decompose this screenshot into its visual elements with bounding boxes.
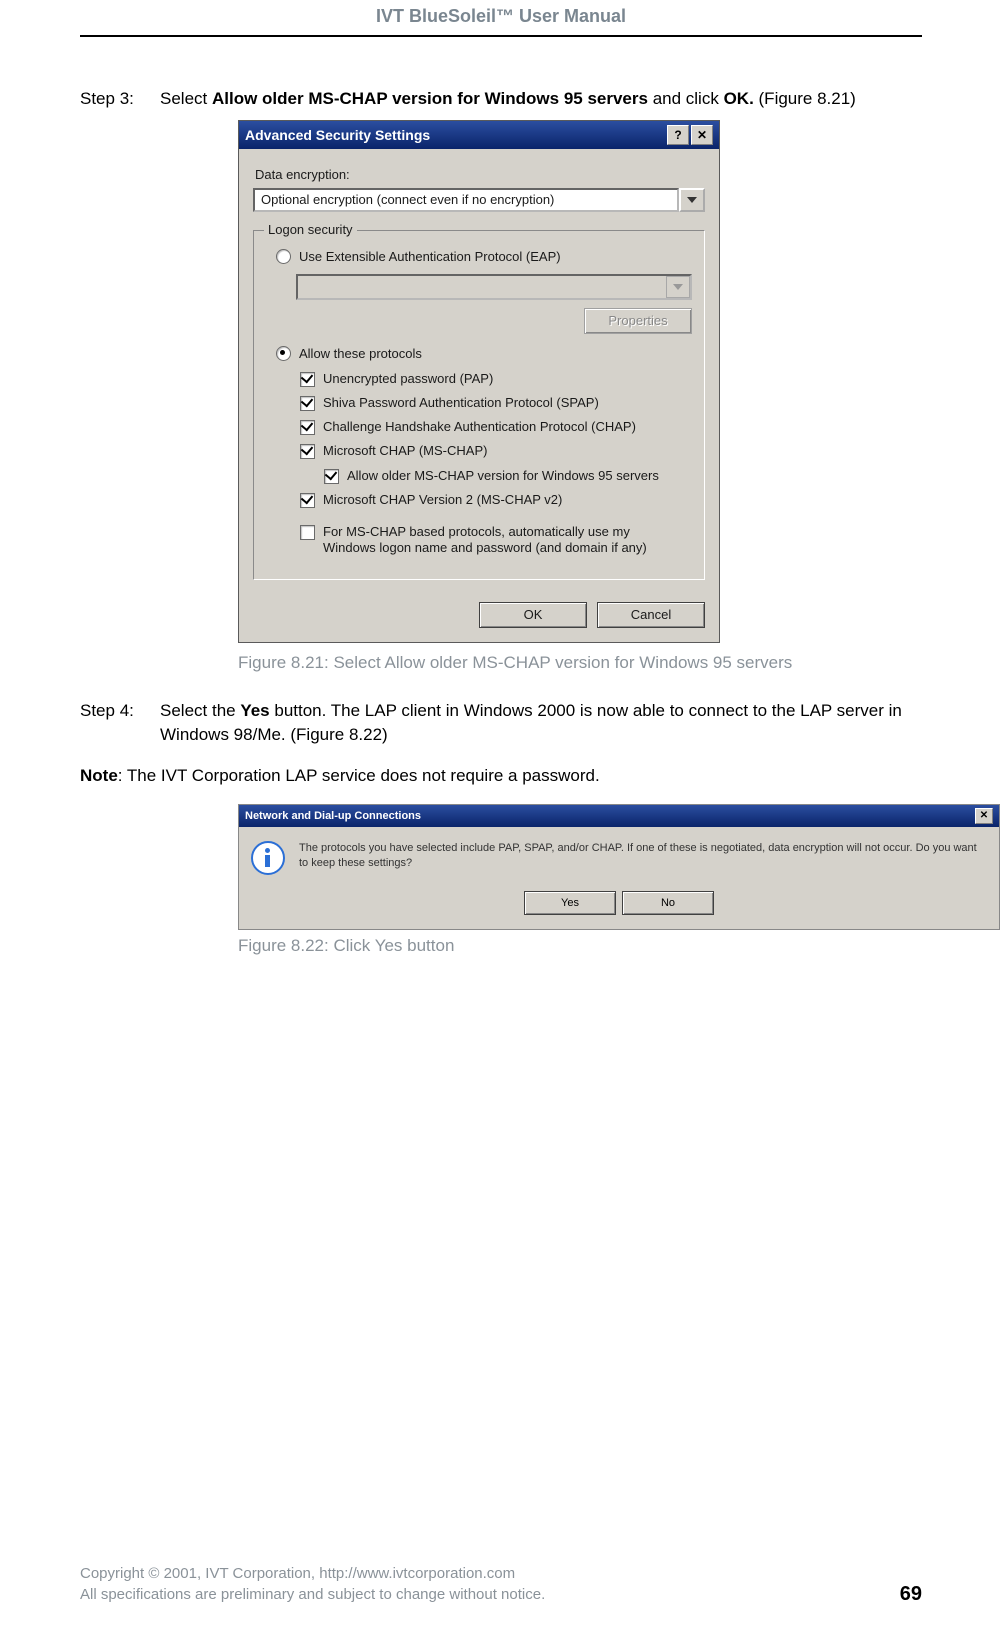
header-rule	[80, 35, 922, 37]
note-label: Note	[80, 766, 118, 785]
note-text: : The IVT Corporation LAP service does n…	[118, 766, 600, 785]
checkbox-chap[interactable]: Challenge Handshake Authentication Proto…	[300, 419, 692, 435]
step3-bold1: Allow older MS-CHAP version for Windows …	[212, 89, 648, 108]
checkbox-mschap-input[interactable]	[300, 444, 315, 459]
logon-security-fieldset: Logon security Use Extensible Authentica…	[253, 230, 705, 580]
checkbox-autologon-input[interactable]	[300, 525, 315, 540]
checkbox-spap-input[interactable]	[300, 396, 315, 411]
checkbox-chap-input[interactable]	[300, 420, 315, 435]
dialog-advanced-security-settings: Advanced Security Settings ? ✕ Data encr…	[238, 120, 720, 643]
step3: Step 3: Select Allow older MS-CHAP versi…	[80, 87, 922, 112]
step4: Step 4: Select the Yes button. The LAP c…	[80, 699, 922, 748]
data-encryption-label: Data encryption:	[255, 167, 705, 182]
info-icon	[251, 841, 285, 875]
close-icon[interactable]: ✕	[975, 808, 993, 824]
step3-pre: Select	[160, 89, 212, 108]
cancel-button[interactable]: Cancel	[597, 602, 705, 628]
no-button[interactable]: No	[622, 891, 714, 915]
checkbox-mschap-older[interactable]: Allow older MS-CHAP version for Windows …	[324, 468, 692, 484]
dialog-title: Advanced Security Settings	[245, 127, 430, 143]
radio-allow-protocols[interactable]: Allow these protocols	[276, 346, 692, 361]
chevron-down-icon	[666, 276, 690, 298]
radio-allow-input[interactable]	[276, 346, 291, 361]
step3-body: Select Allow older MS-CHAP version for W…	[160, 87, 922, 112]
checkbox-pap[interactable]: Unencrypted password (PAP)	[300, 371, 692, 387]
checkbox-chap-label: Challenge Handshake Authentication Proto…	[323, 419, 636, 435]
radio-eap-label: Use Extensible Authentication Protocol (…	[299, 249, 561, 264]
note: Note: The IVT Corporation LAP service do…	[80, 766, 922, 786]
step3-mid: and click	[648, 89, 724, 108]
step3-label: Step 3:	[80, 87, 160, 112]
data-encryption-combobox[interactable]: Optional encryption (connect even if no …	[253, 188, 705, 212]
checkbox-spap[interactable]: Shiva Password Authentication Protocol (…	[300, 395, 692, 411]
footer-copyright: Copyright © 2001, IVT Corporation, http:…	[80, 1563, 545, 1585]
radio-eap-input[interactable]	[276, 249, 291, 264]
dialog822-title: Network and Dial-up Connections	[245, 810, 421, 822]
radio-allow-label: Allow these protocols	[299, 346, 422, 361]
chevron-down-icon[interactable]	[679, 188, 705, 212]
ok-button[interactable]: OK	[479, 602, 587, 628]
dialog822-titlebar: Network and Dial-up Connections ✕	[239, 805, 999, 827]
checkbox-pap-input[interactable]	[300, 372, 315, 387]
footer-disclaimer: All specifications are preliminary and s…	[80, 1584, 545, 1606]
checkbox-pap-label: Unencrypted password (PAP)	[323, 371, 493, 387]
eap-method-combobox	[296, 274, 692, 300]
checkbox-spap-label: Shiva Password Authentication Protocol (…	[323, 395, 599, 411]
dialog-titlebar: Advanced Security Settings ? ✕	[239, 121, 719, 149]
checkbox-autologon-label: For MS-CHAP based protocols, automatical…	[323, 524, 663, 557]
checkbox-mschap-older-label: Allow older MS-CHAP version for Windows …	[347, 468, 659, 484]
step4-post: button. The LAP client in Windows 2000 i…	[160, 701, 902, 745]
radio-eap[interactable]: Use Extensible Authentication Protocol (…	[276, 249, 692, 264]
checkbox-mschap2-input[interactable]	[300, 493, 315, 508]
properties-button: Properties	[584, 308, 692, 334]
checkbox-autologon[interactable]: For MS-CHAP based protocols, automatical…	[300, 524, 692, 557]
dialog822-message: The protocols you have selected include …	[299, 841, 987, 871]
step3-bold2: OK.	[724, 89, 754, 108]
figure-8-22-caption: Figure 8.22: Click Yes button	[238, 936, 922, 956]
step4-body: Select the Yes button. The LAP client in…	[160, 699, 922, 748]
step3-post: (Figure 8.21)	[754, 89, 856, 108]
figure-8-21-caption: Figure 8.21: Select Allow older MS-CHAP …	[238, 653, 922, 673]
help-icon[interactable]: ?	[667, 125, 689, 145]
data-encryption-value: Optional encryption (connect even if no …	[253, 188, 679, 212]
yes-button[interactable]: Yes	[524, 891, 616, 915]
logon-security-legend: Logon security	[264, 222, 357, 237]
checkbox-mschap[interactable]: Microsoft CHAP (MS-CHAP)	[300, 443, 692, 459]
step4-bold: Yes	[240, 701, 269, 720]
dialog-network-dialup: Network and Dial-up Connections ✕ The pr…	[238, 804, 1000, 930]
page-footer: Copyright © 2001, IVT Corporation, http:…	[80, 1563, 922, 1607]
doc-header: IVT BlueSoleil™ User Manual	[80, 0, 922, 27]
step4-label: Step 4:	[80, 699, 160, 748]
step4-pre: Select the	[160, 701, 240, 720]
checkbox-mschap-older-input[interactable]	[324, 469, 339, 484]
checkbox-mschap2[interactable]: Microsoft CHAP Version 2 (MS-CHAP v2)	[300, 492, 692, 508]
close-icon[interactable]: ✕	[691, 125, 713, 145]
checkbox-mschap-label: Microsoft CHAP (MS-CHAP)	[323, 443, 487, 459]
page-number: 69	[900, 1583, 922, 1606]
checkbox-mschap2-label: Microsoft CHAP Version 2 (MS-CHAP v2)	[323, 492, 562, 508]
